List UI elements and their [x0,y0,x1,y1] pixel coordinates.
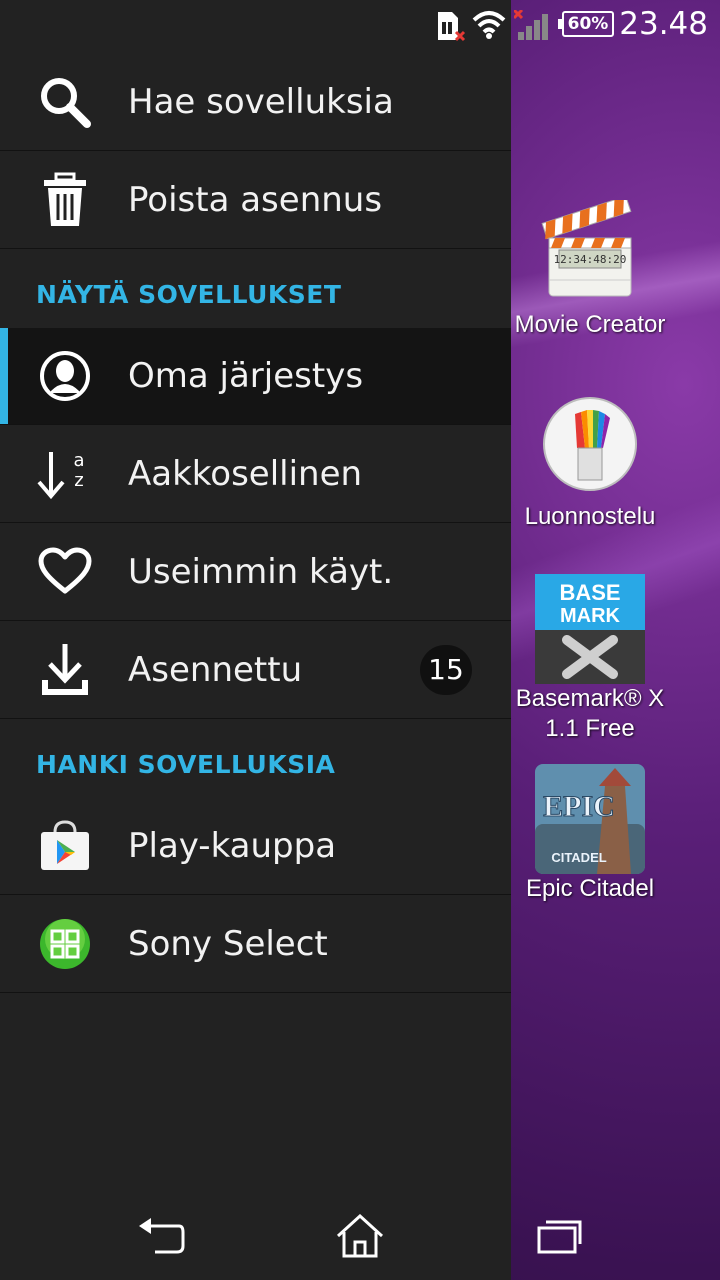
heart-icon [36,543,94,601]
app-epic-citadel[interactable]: EPIC CITADEL Epic Citadel [490,764,690,904]
trash-icon [36,171,94,229]
signal-icon [512,8,550,46]
sim-card-missing-icon [436,10,466,46]
sort-most-used-item[interactable]: Useimmin käyt. [0,524,511,621]
home-button[interactable] [320,1206,400,1266]
sony-select-item[interactable]: Sony Select [0,896,511,993]
sort-installed-item[interactable]: Asennettu 15 [0,622,511,719]
clapperboard-icon: 12:34:48:20 [535,195,645,310]
sort-alphabetical-item[interactable]: a z Aakkosellinen [0,426,511,523]
battery-indicator: 60% [558,11,614,37]
status-bar: 60% 23.48 [0,0,720,50]
status-clock: 23.48 [619,6,708,42]
back-button[interactable] [120,1206,200,1266]
app-label-line2: 1.1 Free [545,715,635,742]
sort-custom-item[interactable]: Oma järjestys [0,328,511,425]
play-store-item[interactable]: Play-kauppa [0,798,511,895]
recent-apps-button[interactable] [520,1206,600,1266]
play-store-label: Play-kauppa [128,826,337,866]
person-icon [36,347,94,405]
sort-most-used-label: Useimmin käyt. [128,552,394,592]
search-apps-item[interactable]: Hae sovelluksia [0,54,511,151]
sort-alpha-icon: a z [36,445,94,503]
app-label: Epic Citadel [525,875,655,902]
recent-apps-icon [537,1220,582,1254]
svg-text:12:34:48:20: 12:34:48:20 [554,253,627,266]
uninstall-label: Poista asennus [128,180,383,220]
sort-custom-label: Oma järjestys [128,356,364,396]
basemark-icon: BASE MARK [535,574,645,684]
show-apps-header: NÄYTÄ SOVELLUKSET [36,280,342,309]
sort-alphabetical-label: Aakkosellinen [128,454,363,494]
app-luonnostelu[interactable]: Luonnostelu [490,392,690,532]
wifi-icon [472,8,506,44]
download-icon [36,641,94,699]
search-icon [36,73,94,131]
back-icon [139,1218,185,1254]
app-label-line1: Basemark® X [515,685,665,712]
svg-text:EPIC: EPIC [543,790,615,823]
svg-text:CITADEL: CITADEL [551,850,606,865]
svg-text:a: a [73,450,84,471]
sort-installed-label: Asennettu [128,650,303,690]
sony-select-icon [36,915,94,973]
play-store-icon [36,817,94,875]
search-apps-label: Hae sovelluksia [128,82,394,122]
get-apps-header: HANKI SOVELLUKSIA [36,750,336,779]
app-label: Movie Creator [514,311,666,338]
app-basemark[interactable]: BASE MARK Basemark® X 1.1 Free [490,574,690,744]
svg-text:z: z [74,470,83,491]
app-drawer-menu: Hae sovelluksia Poista asennus NÄYTÄ SOV… [0,0,511,1280]
svg-text:MARK: MARK [560,605,621,627]
installed-count-badge: 15 [420,645,472,695]
navigation-bar [0,1196,720,1280]
home-icon [336,1214,384,1258]
paintbrush-icon [535,392,645,502]
svg-text:BASE: BASE [559,580,620,605]
screen: 12:34:48:20 Movie Creator Luonnostelu BA… [0,0,720,1280]
uninstall-item[interactable]: Poista asennus [0,152,511,249]
app-label: Luonnostelu [524,503,656,530]
app-movie-creator[interactable]: 12:34:48:20 Movie Creator [490,195,690,340]
sony-select-label: Sony Select [128,924,328,964]
epic-citadel-icon: EPIC CITADEL [535,764,645,874]
